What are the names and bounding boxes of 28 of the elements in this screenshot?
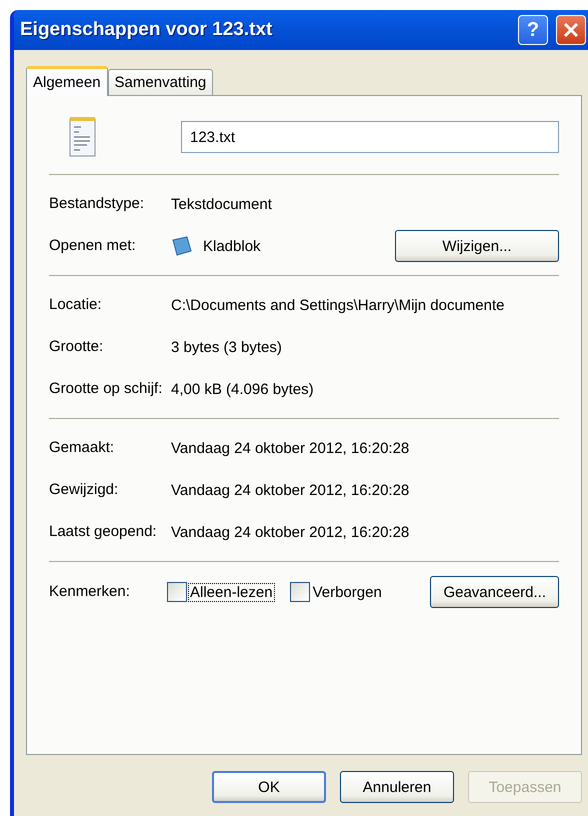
tab[interactable]: Algemeen bbox=[26, 66, 108, 96]
property-value: Kladblok bbox=[203, 238, 261, 254]
property-value: Vandaag 24 oktober 2012, 16:20:28 bbox=[171, 482, 410, 498]
property-value: C:\Documents and Settings\Harry\Mijn documente bbox=[171, 296, 506, 314]
tab[interactable]: Samenvatting bbox=[108, 69, 214, 95]
property-label: Gemaakt: bbox=[49, 439, 116, 457]
window-title: Eigenschappen voor 123.txt bbox=[20, 19, 274, 41]
help-button[interactable]: ? bbox=[518, 15, 548, 45]
attributes-label: Kenmerken: bbox=[49, 583, 131, 601]
property-value: Vandaag 24 oktober 2012, 16:20:28 bbox=[171, 440, 410, 456]
property-label: Grootte op schijf: bbox=[49, 380, 164, 398]
property-label: Grootte: bbox=[49, 338, 104, 356]
property-label: Gewijzigd: bbox=[49, 481, 120, 499]
property-label: Laatst geopend: bbox=[49, 523, 158, 541]
property-value: Tekstdocument bbox=[171, 196, 273, 212]
property-value: Vandaag 24 oktober 2012, 16:20:28 bbox=[171, 524, 410, 540]
property-value: 3 bytes (3 bytes) bbox=[171, 338, 283, 356]
change-button[interactable]: Wijzigen... bbox=[395, 230, 559, 262]
file-name-field[interactable]: 123.txt bbox=[181, 121, 559, 153]
dialog-button[interactable]: Annuleren bbox=[340, 771, 454, 803]
dialog-button[interactable]: OK bbox=[212, 771, 326, 803]
advanced-button[interactable]: Geavanceerd... bbox=[430, 576, 559, 608]
property-label: Bestandstype: bbox=[49, 195, 146, 213]
property-value: 4,00 kB (4.096 bytes) bbox=[171, 380, 315, 398]
property-label: Openen met: bbox=[49, 237, 137, 255]
property-label: Locatie: bbox=[49, 296, 103, 314]
checkbox-label[interactable]: Alleen-lezen bbox=[189, 584, 274, 600]
checkbox-label[interactable]: Verborgen bbox=[312, 584, 383, 600]
